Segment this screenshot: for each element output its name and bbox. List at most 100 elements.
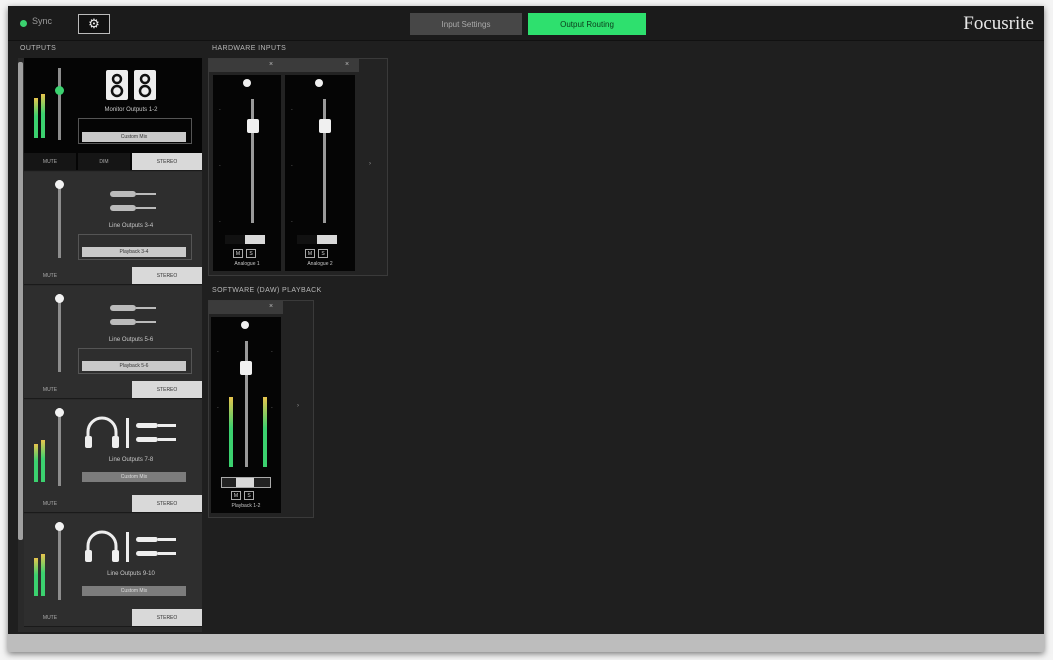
output-source-select[interactable]: Custom Mix <box>82 132 186 142</box>
outputs-list: Monitor Outputs 1-2 Custom Mix MUTE DIM … <box>18 58 202 632</box>
output-name: Line Outputs 9-10 <box>107 571 155 577</box>
mute-toggle[interactable]: M <box>231 491 241 500</box>
mute-toggle[interactable]: M <box>233 249 243 258</box>
pan-knob[interactable] <box>315 79 323 87</box>
expand-arrow-icon[interactable]: › <box>297 403 299 409</box>
app-window: Sync ⚙ Input Settings Output Routing Foc… <box>8 6 1044 652</box>
solo-toggle[interactable]: S <box>244 491 254 500</box>
brand-logo: Focusrite <box>963 13 1034 34</box>
mute-button[interactable]: MUTE <box>24 495 76 512</box>
close-icon[interactable]: × <box>269 303 273 310</box>
expand-arrow-icon[interactable]: › <box>369 161 371 167</box>
pan-knob[interactable] <box>243 79 251 87</box>
channel-strip-analogue-1: - - - M S Analogue 1 <box>213 75 281 271</box>
settings-button[interactable]: ⚙ <box>78 14 110 34</box>
stereo-button[interactable]: STEREO <box>132 609 202 626</box>
tab-output-routing[interactable]: Output Routing <box>528 13 646 35</box>
output-button-row: MUTE STEREO <box>24 609 202 626</box>
channel-fader-cap[interactable] <box>319 119 331 133</box>
outputs-section-label: OUTPUTS <box>20 45 57 52</box>
bottom-bar <box>8 634 1044 652</box>
output-fader-knob[interactable] <box>55 522 64 531</box>
output-button-row: MUTE STEREO <box>24 381 202 398</box>
output-name: Line Outputs 5-6 <box>108 337 154 343</box>
scale-tick: - <box>291 219 293 225</box>
output-fader-knob[interactable] <box>55 294 64 303</box>
channel-fader-cap[interactable] <box>247 119 259 133</box>
stereo-toggle[interactable] <box>225 235 265 244</box>
channel-name: Playback 1-2 <box>231 503 261 509</box>
close-icon[interactable]: × <box>345 61 349 68</box>
scale-tick: - <box>217 349 219 355</box>
top-bar: Sync ⚙ Input Settings Output Routing Foc… <box>8 6 1044 41</box>
level-meter-right <box>41 554 45 596</box>
level-meter-right <box>41 94 45 138</box>
stereo-toggle[interactable] <box>297 235 337 244</box>
level-meter-right <box>263 397 267 467</box>
outputs-scrollbar[interactable] <box>18 62 23 540</box>
channel-name: Analogue 2 <box>307 261 333 267</box>
output-card-line-5-6[interactable]: Line Outputs 5-6 Playback 5-6 MUTE STERE… <box>24 286 202 399</box>
output-fader-track <box>58 522 61 600</box>
output-source-select[interactable]: Custom Mix <box>82 472 186 482</box>
stereo-toggle[interactable] <box>221 477 271 488</box>
output-button-row: MUTE DIM STEREO <box>24 153 202 170</box>
mute-button[interactable]: MUTE <box>24 153 76 170</box>
output-name: Monitor Outputs 1-2 <box>104 107 158 113</box>
output-card-line-9-10[interactable]: Line Outputs 9-10 Custom Mix MUTE STEREO <box>24 514 202 627</box>
hardware-inputs-panel: × × - - - M S Analogue 1 - - - M S Analo… <box>208 58 388 276</box>
hardware-inputs-header: × × <box>209 59 359 72</box>
mute-button[interactable]: MUTE <box>24 609 76 626</box>
channel-fader-track <box>251 99 254 223</box>
software-playback-section-label: SOFTWARE (DAW) PLAYBACK <box>212 287 322 294</box>
scale-tick: - <box>271 405 273 411</box>
output-card-monitor-1-2[interactable]: Monitor Outputs 1-2 Custom Mix MUTE DIM … <box>24 58 202 171</box>
scale-tick: - <box>271 349 273 355</box>
output-fader-knob[interactable] <box>55 180 64 189</box>
level-meter-left <box>34 558 38 596</box>
output-source-select[interactable]: Custom Mix <box>82 586 186 596</box>
gear-icon: ⚙ <box>88 16 100 31</box>
output-name: Line Outputs 3-4 <box>108 223 154 229</box>
pan-knob[interactable] <box>241 321 249 329</box>
stereo-button[interactable]: STEREO <box>132 495 202 512</box>
scale-tick: - <box>291 107 293 113</box>
mute-button[interactable]: MUTE <box>24 267 76 284</box>
level-meter-right <box>41 440 45 482</box>
output-fader-track <box>58 180 61 258</box>
sync-label: Sync <box>32 16 53 26</box>
level-meter-left <box>34 98 38 138</box>
stereo-button[interactable]: STEREO <box>132 381 202 398</box>
channel-name: Analogue 1 <box>234 261 260 267</box>
output-card-line-3-4[interactable]: Line Outputs 3-4 Playback 3-4 MUTE STERE… <box>24 172 202 285</box>
output-source-select[interactable]: Playback 3-4 <box>82 247 186 257</box>
output-card-line-7-8[interactable]: Line Outputs 7-8 Custom Mix MUTE STEREO <box>24 400 202 513</box>
headphones-icon <box>85 530 176 562</box>
level-meter-left <box>34 444 38 482</box>
output-button-row: MUTE STEREO <box>24 495 202 512</box>
mute-toggle[interactable]: M <box>305 249 315 258</box>
channel-strip-analogue-2: - - - M S Analogue 2 <box>285 75 355 271</box>
software-playback-panel: × - - - - M S Playback 1-2 › <box>208 300 314 518</box>
stereo-button[interactable]: STEREO <box>132 267 202 284</box>
output-button-row: MUTE STEREO <box>24 267 202 284</box>
mute-button[interactable]: MUTE <box>24 381 76 398</box>
channel-fader-cap[interactable] <box>240 361 252 375</box>
monitor-speakers-icon <box>106 70 156 100</box>
scale-tick: - <box>291 163 293 169</box>
output-fader-knob[interactable] <box>55 408 64 417</box>
output-source-select[interactable]: Playback 5-6 <box>82 361 186 371</box>
hardware-inputs-section-label: HARDWARE INPUTS <box>212 45 287 52</box>
stereo-button[interactable]: STEREO <box>132 153 202 170</box>
level-meter-left <box>229 397 233 467</box>
dim-button[interactable]: DIM <box>78 153 130 170</box>
output-fader-knob[interactable] <box>55 86 64 95</box>
tab-input-settings[interactable]: Input Settings <box>410 13 522 35</box>
channel-strip-playback-1-2: - - - - M S Playback 1-2 <box>211 317 281 513</box>
channel-fader-track <box>245 341 248 467</box>
solo-toggle[interactable]: S <box>318 249 328 258</box>
close-icon[interactable]: × <box>269 61 273 68</box>
solo-toggle[interactable]: S <box>246 249 256 258</box>
headphones-icon <box>85 416 176 448</box>
line-cable-icon <box>110 191 156 211</box>
